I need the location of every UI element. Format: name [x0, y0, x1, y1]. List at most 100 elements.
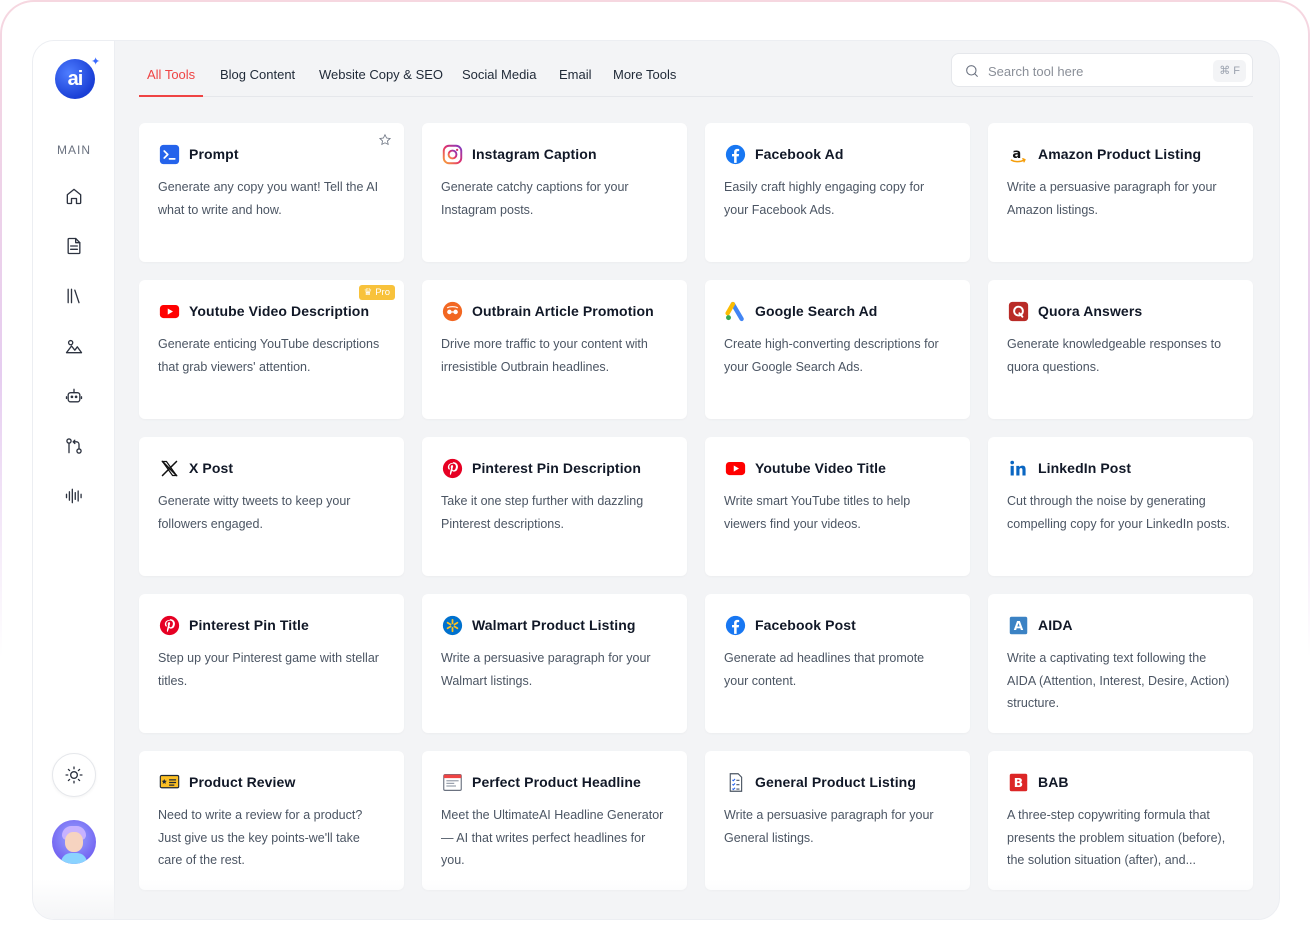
tool-card-product-review[interactable]: Product Review Need to write a review fo…: [139, 751, 404, 890]
tool-card-facebook-ad[interactable]: Facebook Ad Easily craft highly engaging…: [705, 123, 970, 262]
tab-all-tools[interactable]: All Tools: [139, 67, 204, 97]
review-icon: [158, 771, 180, 793]
tool-description: Drive more traffic to your content with …: [441, 337, 648, 374]
aida-icon: A: [1007, 614, 1029, 636]
tool-description: Create high-converting descriptions for …: [724, 337, 939, 374]
tab-social-media[interactable]: Social Media: [462, 67, 536, 97]
pro-badge-label: Pro: [375, 287, 390, 298]
logo-text: ai: [67, 67, 84, 90]
tab-more-tools[interactable]: More Tools: [613, 67, 676, 97]
user-avatar[interactable]: [52, 820, 96, 864]
tool-description: Generate witty tweets to keep your follo…: [158, 494, 351, 531]
x-icon: [158, 457, 180, 479]
facebook-icon: [724, 614, 746, 636]
pinterest-icon: [158, 614, 180, 636]
tool-card-bab[interactable]: B BAB A three-step copywriting formula t…: [988, 751, 1253, 890]
tool-card-instagram-caption[interactable]: Instagram Caption Generate catchy captio…: [422, 123, 687, 262]
search-box[interactable]: ⌘ F: [951, 53, 1253, 87]
tool-description: Write a persuasive paragraph for your Am…: [1007, 180, 1217, 217]
tool-description: Generate any copy you want! Tell the AI …: [158, 180, 379, 217]
tool-title: X Post: [189, 460, 234, 476]
sparkle-icon: ✦: [91, 56, 101, 68]
tool-card-facebook-post[interactable]: Facebook Post Generate ad headlines that…: [705, 594, 970, 733]
tool-title: Amazon Product Listing: [1038, 146, 1202, 162]
tab-website-copy-seo[interactable]: Website Copy & SEO: [319, 67, 443, 97]
crown-icon: ♛: [363, 287, 373, 298]
tool-description: Write a captivating text following the A…: [1007, 651, 1230, 710]
youtube-icon: [158, 300, 180, 322]
quora-icon: [1007, 300, 1029, 322]
library-icon[interactable]: [61, 283, 87, 309]
search-input[interactable]: [988, 60, 1198, 82]
robot-icon[interactable]: [61, 383, 87, 409]
sun-icon: [65, 766, 83, 784]
tool-card-x-post[interactable]: X Post Generate witty tweets to keep you…: [139, 437, 404, 576]
tab-email[interactable]: Email: [559, 67, 592, 97]
tool-title: Pinterest Pin Title: [189, 617, 309, 633]
google-ads-icon: [724, 300, 746, 322]
tool-card-prompt[interactable]: Prompt Generate any copy you want! Tell …: [139, 123, 404, 262]
tool-description: Step up your Pinterest game with stellar…: [158, 651, 379, 688]
headline-icon: [441, 771, 463, 793]
tool-title: AIDA: [1038, 617, 1073, 633]
tool-description: Write smart YouTube titles to help viewe…: [724, 494, 911, 531]
checklist-icon: [724, 771, 746, 793]
amazon-icon: a: [1007, 143, 1029, 165]
tool-card-youtube-video-title[interactable]: Youtube Video Title Write smart YouTube …: [705, 437, 970, 576]
tool-title: Perfect Product Headline: [472, 774, 641, 790]
tool-description: Easily craft highly engaging copy for yo…: [724, 180, 925, 217]
image-icon[interactable]: [61, 333, 87, 359]
tool-card-google-search-ad[interactable]: Google Search Ad Create high-converting …: [705, 280, 970, 419]
instagram-icon: [441, 143, 463, 165]
avatar-body: [61, 853, 87, 864]
tool-title: Outbrain Article Promotion: [472, 303, 654, 319]
audio-wave-icon[interactable]: [61, 483, 87, 509]
pro-badge: ♛ Pro: [358, 285, 395, 300]
pinterest-icon: [441, 457, 463, 479]
star-icon[interactable]: [378, 133, 392, 147]
tool-description: A three-step copywriting formula that pr…: [1007, 808, 1226, 867]
tool-title: BAB: [1038, 774, 1069, 790]
svg-text:a: a: [1012, 147, 1021, 162]
tool-title: Prompt: [189, 146, 239, 162]
tool-card-youtube-video-description[interactable]: ♛ Pro Youtube Video Description Generate …: [139, 280, 404, 419]
tool-card-perfect-product-headline[interactable]: Perfect Product Headline Meet the Ultima…: [422, 751, 687, 890]
theme-toggle-button[interactable]: [52, 753, 96, 797]
tool-title: Google Search Ad: [755, 303, 878, 319]
tool-title: Facebook Post: [755, 617, 856, 633]
youtube-icon: [724, 457, 746, 479]
tool-description: Generate knowledgeable responses to quor…: [1007, 337, 1222, 374]
tab-blog-content[interactable]: Blog Content: [220, 67, 295, 97]
tool-description: Cut through the noise by generating comp…: [1007, 494, 1231, 531]
tool-card-pinterest-pin-description[interactable]: Pinterest Pin Description Take it one st…: [422, 437, 687, 576]
sidebar: ai ✦ MAIN: [33, 41, 115, 919]
tool-card-amazon-product-listing[interactable]: a Amazon Product Listing Write a persuas…: [988, 123, 1253, 262]
outbrain-icon: [441, 300, 463, 322]
tool-description: Write a persuasive paragraph for your Wa…: [441, 651, 651, 688]
bab-icon: B: [1007, 771, 1029, 793]
tool-description: Generate catchy captions for your Instag…: [441, 180, 629, 217]
linkedin-icon: [1007, 457, 1029, 479]
facebook-icon: [724, 143, 746, 165]
walmart-icon: [441, 614, 463, 636]
svg-text:A: A: [1013, 618, 1023, 632]
home-icon[interactable]: [61, 183, 87, 209]
tool-card-aida[interactable]: A AIDA Write a captivating text followin…: [988, 594, 1253, 733]
tool-card-walmart-product-listing[interactable]: Walmart Product Listing Write a persuasi…: [422, 594, 687, 733]
tool-title: LinkedIn Post: [1038, 460, 1132, 476]
tool-card-pinterest-pin-title[interactable]: Pinterest Pin Title Step up your Pintere…: [139, 594, 404, 733]
tool-description: Generate ad headlines that promote your …: [724, 651, 925, 688]
app-logo[interactable]: ai: [55, 59, 95, 99]
tool-description: Take it one step further with dazzling P…: [441, 494, 644, 531]
document-icon[interactable]: [61, 233, 87, 259]
tool-title: Youtube Video Description: [189, 303, 370, 319]
tool-card-general-product-listing[interactable]: General Product Listing Write a persuasi…: [705, 751, 970, 890]
search-icon: [966, 65, 978, 77]
tool-title: Youtube Video Title: [755, 460, 887, 476]
tool-card-outbrain-article-promotion[interactable]: Outbrain Article Promotion Drive more tr…: [422, 280, 687, 419]
avatar-face: [65, 832, 83, 852]
git-compare-icon[interactable]: [61, 433, 87, 459]
tool-card-quora-answers[interactable]: Quora Answers Generate knowledgeable res…: [988, 280, 1253, 419]
tool-card-linkedin-post[interactable]: LinkedIn Post Cut through the noise by g…: [988, 437, 1253, 576]
svg-text:B: B: [1013, 775, 1022, 789]
